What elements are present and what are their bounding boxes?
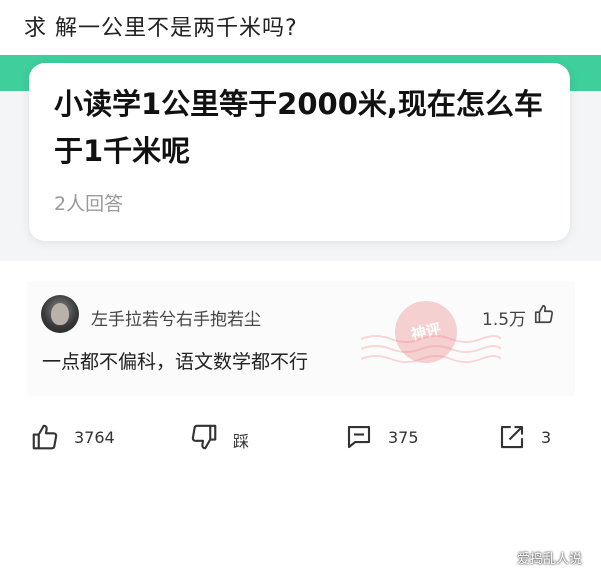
- stamp-wave-decoration: [361, 335, 501, 363]
- share-button[interactable]: 3: [497, 415, 567, 460]
- comment-count: 375: [388, 428, 419, 447]
- watermark: 爱捣乱人说: [517, 552, 583, 567]
- thumbs-up-icon[interactable]: [533, 303, 555, 325]
- answer-like-count: 1.5万: [482, 310, 527, 330]
- like-count: 3764: [74, 428, 115, 447]
- like-button[interactable]: 3764: [30, 415, 140, 460]
- dislike-button[interactable]: 踩: [189, 415, 269, 460]
- avatar-face: [51, 303, 69, 325]
- comment-button[interactable]: 375: [344, 415, 434, 460]
- thumbs-down-icon: [191, 424, 217, 450]
- question-card[interactable]: 小读学1公里等于2000米,现在怎么车于1千米呢 2人回答: [29, 63, 570, 241]
- answer-count[interactable]: 2人回答: [54, 189, 123, 216]
- dislike-label: 踩: [233, 432, 250, 451]
- answer-item[interactable]: 左手拉若兮右手抱若尘 神评 1.5万 一点都不偏科，语文数学都不行: [27, 281, 575, 396]
- answer-text: 一点都不偏科，语文数学都不行: [42, 351, 309, 373]
- action-bar: 3764 踩 375 3: [0, 415, 601, 460]
- answer-username[interactable]: 左手拉若兮右手抱若尘: [91, 305, 261, 330]
- header-question-text: 求 解一公里不是两千米吗?: [24, 16, 298, 41]
- avatar[interactable]: [41, 295, 79, 333]
- share-icon: [500, 425, 524, 449]
- share-count: 3: [541, 428, 552, 447]
- question-title: 小读学1公里等于2000米,现在怎么车于1千米呢: [54, 87, 543, 168]
- comment-icon: [347, 425, 371, 449]
- thumbs-up-icon: [32, 424, 58, 450]
- question-header: 求 解一公里不是两千米吗?: [0, 0, 601, 52]
